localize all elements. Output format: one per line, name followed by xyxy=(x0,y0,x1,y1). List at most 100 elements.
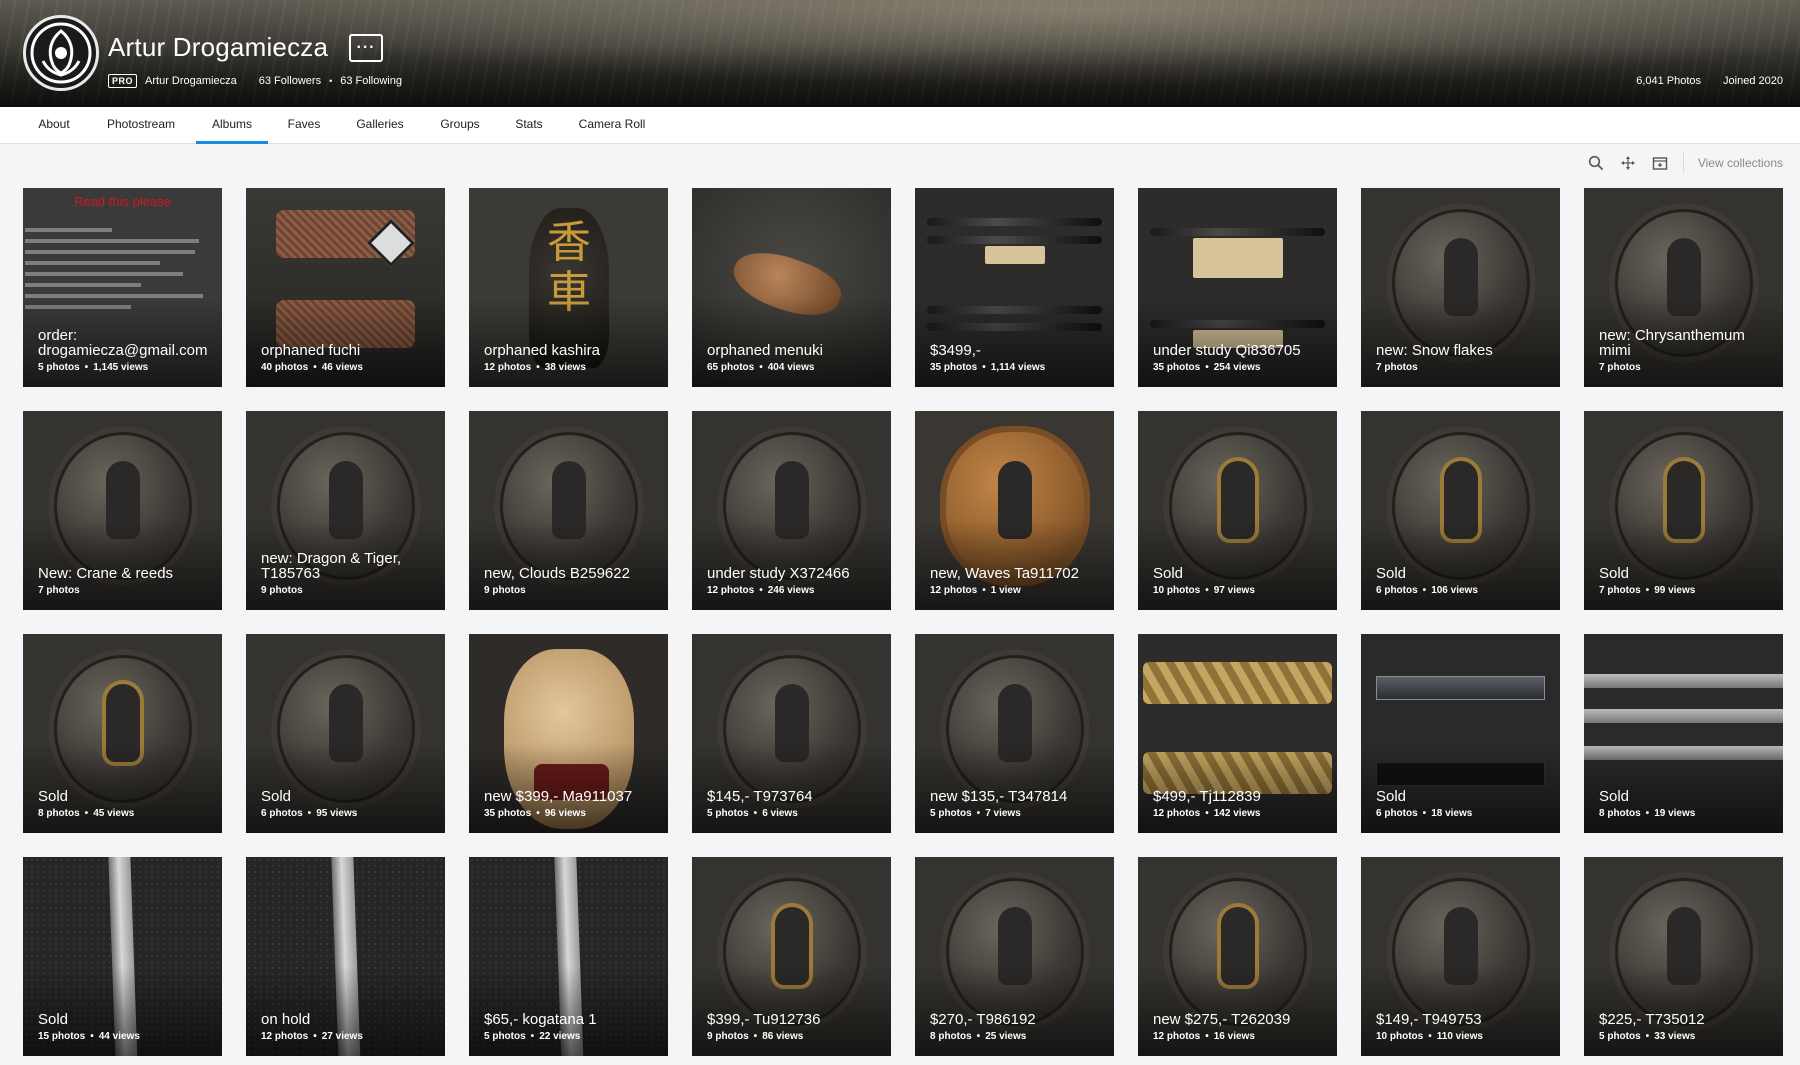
album-card[interactable]: Read this please order: drogamiecza@gmail… xyxy=(23,188,222,387)
album-title: $399,- Tu912736 xyxy=(707,1011,821,1028)
archive-icon[interactable] xyxy=(1651,154,1669,172)
meta-separator: • xyxy=(982,362,986,373)
following-link[interactable]: 63 Following xyxy=(340,75,402,87)
album-card[interactable]: $499,- Tj112839 12 photos • 142 views xyxy=(1138,634,1337,833)
album-card[interactable]: 香車 orphaned kashira 12 photos • 38 views xyxy=(469,188,668,387)
meta-separator: • xyxy=(1205,1031,1209,1042)
album-meta: 65 photos • 404 views xyxy=(707,362,881,373)
album-meta: 5 photos • 22 views xyxy=(484,1031,658,1042)
album-card[interactable]: new: Dragon & Tiger, T185763 9 photos xyxy=(246,411,445,610)
tab-stats[interactable]: Stats xyxy=(506,107,552,144)
more-options-button[interactable]: ··· xyxy=(349,34,383,62)
album-card[interactable]: Sold 6 photos • 18 views xyxy=(1361,634,1560,833)
album-photo-count: 5 photos xyxy=(1599,1031,1641,1042)
meta-separator: • xyxy=(982,585,986,596)
album-info: $145,- T973764 5 photos • 6 views xyxy=(707,789,881,819)
album-photo-count: 7 photos xyxy=(1599,362,1641,373)
meta-separator: • xyxy=(759,585,763,596)
album-title: New: Crane & reeds xyxy=(38,565,174,582)
followers-link[interactable]: 63 Followers xyxy=(259,75,321,87)
username: Artur Drogamiecza xyxy=(145,75,237,87)
album-info: $499,- Tj112839 12 photos • 142 views xyxy=(1153,789,1327,819)
order-notice-heading: Read this please xyxy=(74,194,171,209)
album-photo-count: 12 photos xyxy=(261,1031,309,1042)
album-card[interactable]: Sold 8 photos • 45 views xyxy=(23,634,222,833)
tab-faves[interactable]: Faves xyxy=(278,107,330,144)
album-card[interactable]: Sold 8 photos • 19 views xyxy=(1584,634,1783,833)
search-icon[interactable] xyxy=(1587,154,1605,172)
album-meta: 9 photos xyxy=(484,585,658,596)
album-card[interactable]: new, Waves Ta911702 12 photos • 1 view xyxy=(915,411,1114,610)
crest-icon xyxy=(30,22,92,84)
album-title: $225,- T735012 xyxy=(1599,1011,1705,1028)
album-info: Sold 8 photos • 45 views xyxy=(38,789,212,819)
album-card[interactable]: on hold 12 photos • 27 views xyxy=(246,857,445,1056)
album-card[interactable]: $399,- Tu912736 9 photos • 86 views xyxy=(692,857,891,1056)
album-photo-count: 7 photos xyxy=(1376,362,1418,373)
avatar[interactable] xyxy=(23,15,99,91)
tab-groups[interactable]: Groups xyxy=(429,107,491,144)
album-info: order: drogamiecza@gmail.com 5 photos • 1,1… xyxy=(38,328,212,373)
album-card[interactable]: new $399,- Ma911037 35 photos • 96 views xyxy=(469,634,668,833)
view-collections-link[interactable]: View collections xyxy=(1698,156,1783,170)
album-card[interactable]: Sold 6 photos • 106 views xyxy=(1361,411,1560,610)
album-meta: 8 photos • 45 views xyxy=(38,808,212,819)
album-card[interactable]: new $135,- T347814 5 photos • 7 views xyxy=(915,634,1114,833)
album-card[interactable]: $149,- T949753 10 photos • 110 views xyxy=(1361,857,1560,1056)
album-title: $270,- T986192 xyxy=(930,1011,1036,1028)
album-card[interactable]: $145,- T973764 5 photos • 6 views xyxy=(692,634,891,833)
album-photo-count: 5 photos xyxy=(930,808,972,819)
album-photo-count: 7 photos xyxy=(1599,585,1641,596)
album-card[interactable]: under study X372466 12 photos • 246 views xyxy=(692,411,891,610)
album-card[interactable]: Sold 10 photos • 97 views xyxy=(1138,411,1337,610)
album-card[interactable]: $270,- T986192 8 photos • 25 views xyxy=(915,857,1114,1056)
tab-photostream[interactable]: Photostream xyxy=(96,107,186,144)
meta-separator: • xyxy=(1645,808,1650,819)
album-info: Sold 8 photos • 19 views xyxy=(1599,789,1773,819)
album-card[interactable]: new: Snow flakes 7 photos xyxy=(1361,188,1560,387)
album-card[interactable]: new $275,- T262039 12 photos • 16 views xyxy=(1138,857,1337,1056)
album-card[interactable]: New: Crane & reeds 7 photos xyxy=(23,411,222,610)
album-photo-count: 8 photos xyxy=(1599,808,1641,819)
move-icon[interactable] xyxy=(1619,154,1637,172)
album-title: $499,- Tj112839 xyxy=(1153,788,1261,805)
album-info: under study X372466 12 photos • 246 views xyxy=(707,566,881,596)
album-card[interactable]: orphaned fuchi 40 photos • 46 views xyxy=(246,188,445,387)
meta-separator: • xyxy=(1645,585,1650,596)
profile-tabs: About Photostream Albums Faves Galleries… xyxy=(0,107,1800,144)
album-card[interactable]: $3499,- 35 photos • 1,114 views xyxy=(915,188,1114,387)
owner-name: Artur Drogamiecza xyxy=(108,32,329,62)
album-info: new: Dragon & Tiger, T185763 9 photos xyxy=(261,551,435,596)
album-meta: 6 photos • 18 views xyxy=(1376,808,1550,819)
meta-separator: • xyxy=(1205,362,1209,373)
tab-galleries[interactable]: Galleries xyxy=(346,107,414,144)
album-title: $149,- T949753 xyxy=(1376,1011,1482,1028)
album-card[interactable]: orphaned menuki 65 photos • 404 views xyxy=(692,188,891,387)
tab-about[interactable]: About xyxy=(23,107,85,144)
album-info: Sold 7 photos • 99 views xyxy=(1599,566,1773,596)
album-photo-count: 5 photos xyxy=(484,1031,526,1042)
album-title: new $399,- Ma911037 xyxy=(484,788,633,805)
album-view-count: 27 views xyxy=(321,1031,363,1042)
album-card[interactable]: new, Clouds B259622 9 photos xyxy=(469,411,668,610)
album-card[interactable]: Sold 15 photos • 44 views xyxy=(23,857,222,1056)
album-card[interactable]: under study Qi836705 35 photos • 254 views xyxy=(1138,188,1337,387)
album-card[interactable]: new: Chrysanthemum mimi 7 photos xyxy=(1584,188,1783,387)
album-photo-count: 6 photos xyxy=(1376,808,1418,819)
tab-albums[interactable]: Albums xyxy=(196,107,268,144)
meta-separator: • xyxy=(753,1031,758,1042)
meta-separator: • xyxy=(307,808,312,819)
meta-separator: • xyxy=(1428,1031,1432,1042)
album-card[interactable]: Sold 7 photos • 99 views xyxy=(1584,411,1783,610)
album-card[interactable]: $225,- T735012 5 photos • 33 views xyxy=(1584,857,1783,1056)
tab-camera-roll[interactable]: Camera Roll xyxy=(569,107,655,144)
album-meta: 6 photos • 95 views xyxy=(261,808,435,819)
album-card[interactable]: Sold 6 photos • 95 views xyxy=(246,634,445,833)
album-card[interactable]: $65,- kogatana 1 5 photos • 22 views xyxy=(469,857,668,1056)
meta-separator: • xyxy=(530,1031,535,1042)
album-photo-count: 10 photos xyxy=(1153,585,1201,596)
album-info: new: Snow flakes 7 photos xyxy=(1376,343,1550,373)
meta-separator: • xyxy=(536,808,540,819)
meta-separator: • xyxy=(1422,808,1427,819)
album-view-count: 142 views xyxy=(1213,808,1261,819)
